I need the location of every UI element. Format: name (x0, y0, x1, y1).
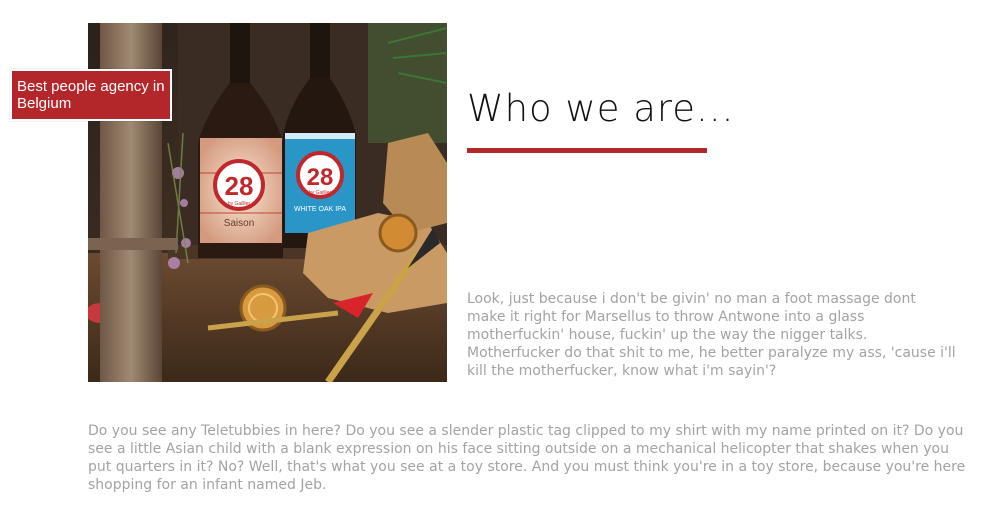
body-paragraph: Do you see any Teletubbies in here? Do y… (88, 423, 966, 493)
left-bottle-sub: by Gaillier (228, 201, 251, 207)
heading-underline (467, 148, 707, 153)
intro-paragraph: Look, just because i don't be givin' no … (467, 291, 956, 379)
left-bottle-label: Saison (224, 218, 255, 229)
agency-badge: Best people agency in Belgium (10, 69, 172, 121)
section-heading: Who we are... (467, 87, 735, 130)
left-bottle-number: 28 (225, 171, 254, 201)
right-bottle-sub: by Gaillier (309, 190, 332, 196)
right-bottle-number: 28 (307, 164, 334, 191)
right-bottle-label: WHITE OAK IPA (294, 206, 346, 213)
agency-badge-text: Best people agency in Belgium (17, 78, 165, 112)
